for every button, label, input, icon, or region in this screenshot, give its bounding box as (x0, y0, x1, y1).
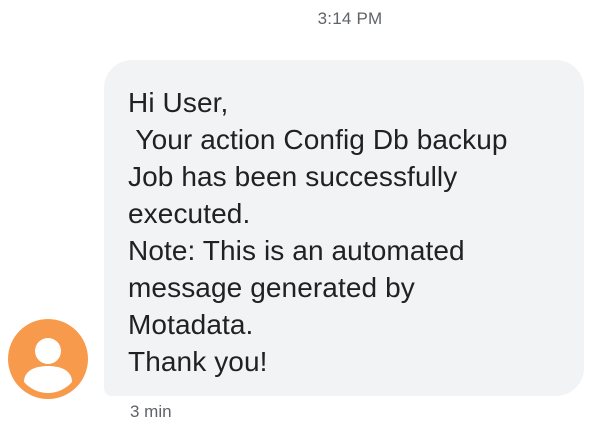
message-age: 3 min (130, 402, 172, 421)
message-line: Your action Config Db backup (128, 124, 508, 155)
message-bubble[interactable]: Hi User, Your action Config Db backup Jo… (104, 60, 584, 396)
person-icon (24, 338, 72, 393)
message-line: Thank you! (128, 346, 268, 377)
message-line: Hi User, (128, 87, 229, 118)
message-line: executed. (128, 198, 251, 229)
sender-avatar[interactable] (8, 319, 88, 399)
message-line: message generated by (128, 272, 415, 303)
message-line: Motadata. (128, 309, 254, 340)
message-timestamp: 3:14 PM (317, 9, 383, 28)
message-line: Note: This is an automated (128, 235, 465, 266)
message-line: Job has been successfully (128, 161, 458, 192)
